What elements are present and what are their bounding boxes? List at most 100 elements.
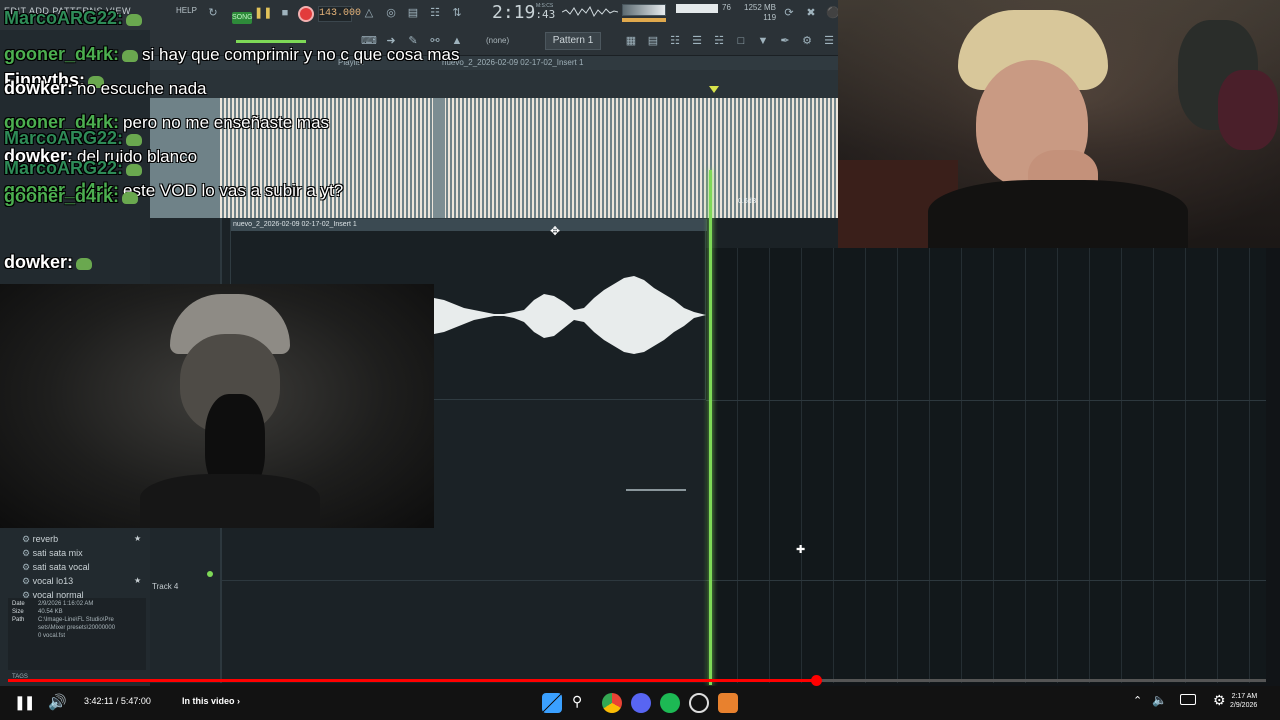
memory-value: 1252 MB (744, 3, 777, 12)
settings-gear-icon[interactable]: ⚙ (1213, 692, 1226, 709)
chat-username[interactable]: MarcoARG22: (4, 8, 123, 28)
stream-chat-overlay: MarcoARG22: gooner_d4rk: si hay que compri… (4, 0, 604, 280)
chat-username[interactable]: dowker: (4, 252, 73, 272)
browser-item[interactable]: ⚙ reverb ★ (22, 534, 146, 547)
info-size: Size 40.54 KB (8, 608, 146, 616)
chat-username[interactable]: gooner_d4rk: (4, 186, 119, 206)
browser-item-label: vocal lo13 (32, 576, 74, 586)
favorite-star-icon[interactable]: ★ (134, 534, 141, 543)
preset-gear-icon: ⚙ (22, 548, 33, 558)
preset-gear-icon: ⚙ (22, 562, 33, 572)
browser-item[interactable]: ⚙ sati sata vocal (22, 562, 146, 575)
preset-gear-icon: ⚙ (22, 590, 33, 600)
menu-icon[interactable]: ☰ (820, 32, 838, 50)
chapter-button[interactable]: In this video › (182, 696, 240, 706)
volume-icon[interactable]: 🔊 (48, 693, 67, 711)
browser-item-label: sati sata mix (32, 548, 83, 558)
crosshair-cursor-icon: ✚ (796, 544, 806, 556)
captions-icon[interactable] (1180, 694, 1196, 705)
chat-message: MarcoARG22: (4, 158, 146, 179)
fl-studio-icon[interactable] (718, 693, 738, 713)
playlist-icon[interactable]: ▦ (622, 32, 640, 50)
scrubber-handle[interactable] (810, 675, 822, 686)
cam1-plush-red (1218, 70, 1278, 150)
video-progress-bar[interactable] (8, 675, 1266, 686)
emote-icon (122, 49, 139, 62)
taskbar-search-icon[interactable]: ⚲ (572, 693, 582, 710)
chat-username[interactable]: MarcoARG22: (4, 128, 123, 148)
track-4-indicator-icon[interactable] (207, 571, 213, 577)
chat-message: dowker: (4, 252, 96, 273)
piano-roll-icon[interactable]: ▤ (644, 32, 662, 50)
chat-text: pero no me enseñaste mas (123, 113, 330, 132)
chat-username[interactable]: dowker: (4, 78, 73, 98)
browser-presets: ⚙ reverb ★ ⚙ sati sata mix ⚙ sati sata voca… (0, 534, 150, 600)
tray-speaker-icon[interactable]: 🔈 (1152, 693, 1167, 707)
master-pitch[interactable] (622, 18, 666, 22)
pause-button-icon[interactable]: ❚❚ (14, 694, 36, 711)
windows-start-icon[interactable] (542, 693, 562, 713)
chat-text: este VOD lo vas a subir a yt? (123, 181, 344, 200)
chat-text: si hay que comprimir y no c que cosa mas (142, 45, 460, 64)
info-size-value: 40.54 KB (38, 609, 63, 615)
discord-icon[interactable] (631, 693, 651, 713)
preset-gear-icon: ⚙ (22, 534, 33, 544)
chapter-label: In this video (182, 696, 235, 706)
memory-readout: 1252 MB 119 (744, 3, 776, 23)
webcam-streamer-secondary (0, 284, 434, 528)
emote-icon (126, 163, 143, 176)
playlist-grid[interactable] (706, 248, 1266, 683)
time-readout: 3:42:11 / 5:47:00 (84, 696, 151, 706)
chat-username[interactable]: MarcoARG22: (4, 158, 123, 178)
wrench-icon[interactable]: ⚙ (798, 32, 816, 50)
clip-waveform (434, 276, 706, 354)
master-volume[interactable] (622, 4, 666, 16)
browser-item[interactable]: ⚙ sati sata mix (22, 548, 146, 561)
pen-icon[interactable]: ✒ (776, 32, 794, 50)
file-info-panel: Date 2/9/2026 1:16:02 AM Size 40.54 KB Pat… (8, 598, 146, 670)
browser-item[interactable]: ⚙ vocal lo13 ★ (22, 576, 146, 589)
obs-icon[interactable] (689, 693, 709, 713)
clock-date: 2/9/2026 (1230, 702, 1258, 709)
emote-icon (126, 13, 143, 26)
chat-message: gooner_d4rk: si hay que comprimir y no c … (4, 44, 460, 65)
track-divider-4 (222, 580, 1266, 581)
emote-icon (76, 257, 93, 270)
browser-item-label: reverb (32, 534, 59, 544)
song-position-marker-icon[interactable] (709, 86, 719, 93)
mixer-icon[interactable]: ☰ (688, 32, 706, 50)
tools-icon[interactable]: ✖ (802, 4, 820, 22)
info-path-label: Path (12, 617, 25, 623)
chrome-icon[interactable] (602, 693, 622, 713)
plugin-icon[interactable]: ▼ (754, 32, 772, 50)
cam2-shoulders (140, 474, 320, 528)
chat-text: no escuche nada (77, 79, 207, 98)
tray-chevron-icon[interactable]: ⌃ (1133, 694, 1142, 707)
favorite-star-icon[interactable]: ★ (134, 576, 141, 585)
browser-item-label: vocal normal (32, 590, 84, 600)
chat-username[interactable]: gooner_d4rk: (4, 44, 119, 64)
system-clock: 2:17 AM 2/9/2026 (1230, 692, 1257, 710)
polyphony-value: 119 (763, 13, 777, 22)
spotify-icon[interactable] (660, 693, 680, 713)
refresh-icon[interactable]: ⟳ (780, 4, 798, 22)
playhead-line[interactable] (709, 170, 712, 685)
file-icon[interactable]: □ (732, 32, 750, 50)
track-divider (706, 400, 1266, 401)
progress-fill (8, 679, 816, 682)
chat-message: dowker: no escuche nada (4, 78, 207, 99)
webcam-streamer-main (838, 0, 1280, 248)
browser-item[interactable]: ⚙ vocal normal (22, 590, 146, 603)
emote-icon (126, 133, 143, 146)
channel-rack-icon[interactable]: ☷ (666, 32, 684, 50)
track-4-label[interactable]: Track 4 (152, 582, 178, 591)
cpu-value: 76 (722, 3, 731, 12)
peak-readout: 0.6dB (738, 198, 757, 205)
info-path-value: C:\Image-Line\FL Studio\Presets\Mixer pr… (38, 617, 116, 639)
emote-icon (122, 191, 139, 204)
info-path: Path C:\Image-Line\FL Studio\Presets\Mixe… (8, 616, 146, 640)
small-clip-marker (626, 489, 686, 491)
player-controls: ❚❚ 🔊 3:42:11 / 5:47:00 In this video › ⚲… (0, 686, 1280, 720)
cpu-meter (676, 4, 718, 13)
browser-icon[interactable]: ☵ (710, 32, 728, 50)
